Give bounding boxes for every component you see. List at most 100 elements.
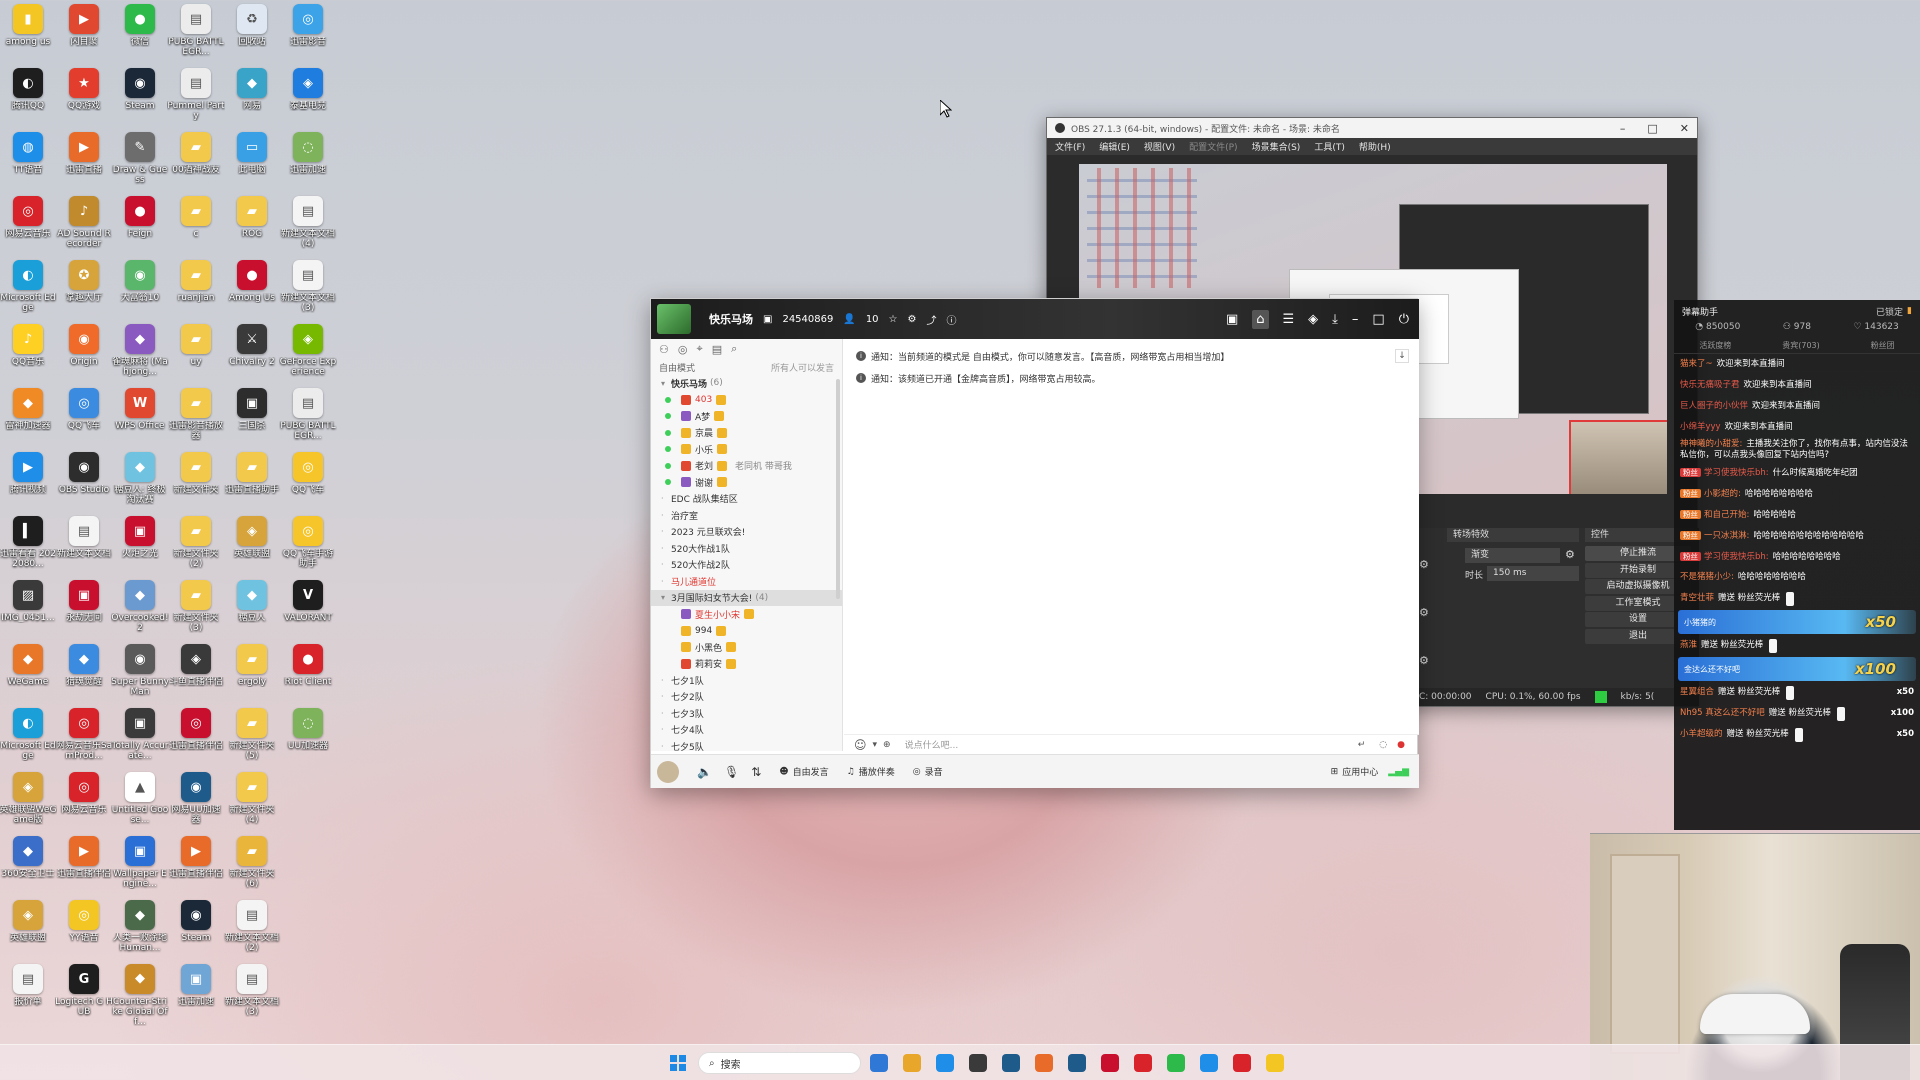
obs-titlebar[interactable]: OBS 27.1.3 (64-bit, windows) - 配置文件: 未命名… — [1047, 118, 1697, 138]
duration-input[interactable]: 150 ms — [1487, 566, 1579, 581]
channel-item[interactable]: · 520大作战2队 — [651, 557, 842, 574]
gift-user[interactable]: 小羊超级的 — [1680, 729, 1723, 740]
voice-icon[interactable]: ◎ — [678, 343, 688, 356]
channel-item[interactable]: · 七夕4队 — [651, 722, 842, 739]
desktop-icon[interactable]: G Logitech G HUB — [55, 964, 113, 1026]
desktop-icon[interactable]: ◉ Origin — [56, 324, 112, 386]
desktop-icon[interactable]: ◉ Steam — [168, 900, 224, 962]
gift-user[interactable]: 星翼组合 — [1680, 687, 1714, 698]
mixer-icon[interactable]: ⇅ — [751, 765, 761, 779]
transition-gear-icon[interactable]: ⚙ — [1565, 548, 1575, 561]
qq-channel-window[interactable]: 快乐马场 ▣ 24540869 👤 10 ☆ ⚙ ⤴ ⓘ ▣ ⌂ ☰ ◈ ⤓ –… — [650, 298, 1419, 788]
desktop-icon[interactable]: ◆ Counter-Strike Global Off... — [112, 964, 168, 1026]
channel-item[interactable]: · 马儿通道位 — [651, 573, 842, 590]
desktop-icon[interactable]: V VALORANT — [280, 580, 336, 642]
channel-item[interactable]: · EDC 战队集结区 — [651, 491, 842, 508]
obs-menu-item[interactable]: 工具(T) — [1314, 140, 1345, 153]
desktop-icon[interactable]: ▰ 迅雷影音播放器 — [168, 388, 224, 450]
enter-icon[interactable]: ↵ — [1358, 740, 1366, 750]
transition-select[interactable]: 渐变 — [1465, 548, 1560, 563]
desktop-icon[interactable]: ◎ QQ飞车 — [56, 388, 112, 450]
danmaku-user[interactable]: 巨人圈子的小伙伴 — [1680, 401, 1748, 411]
channel-item[interactable]: · 七夕3队 — [651, 705, 842, 722]
minimize-icon[interactable]: – — [1352, 312, 1359, 327]
desktop-icon[interactable]: ◎ 网易云音乐 — [56, 772, 112, 834]
mixer-gear-icon[interactable]: ⚙ — [1419, 606, 1429, 619]
channel-item[interactable]: ▾ 3月国际妇女节大会! (4) — [651, 589, 842, 606]
desktop-icon[interactable]: ◎ QQ飞车手游助手 — [280, 516, 336, 578]
desktop-icon[interactable]: ◌ UU加速器 — [280, 708, 336, 770]
desktop-icon[interactable]: ▰ 新建文件夹 (4) — [224, 772, 280, 834]
desktop-icon[interactable]: ▲ Untitled Goose... — [112, 772, 168, 834]
preview-webcam-box[interactable] — [1569, 420, 1667, 494]
taskbar-app-icon[interactable] — [1101, 1054, 1119, 1072]
taskbar-app-icon[interactable] — [903, 1054, 921, 1072]
obs-menu-item[interactable]: 场景集合(S) — [1252, 140, 1301, 153]
taskbar-app-icon[interactable] — [1035, 1054, 1053, 1072]
share-icon[interactable]: ⤴ — [926, 312, 936, 327]
obs-menu-item[interactable]: 编辑(E) — [1099, 140, 1130, 153]
member-item[interactable]: 老刘 老同机 带哥我 — [651, 458, 842, 475]
emoji-icon[interactable]: ☺ — [854, 738, 867, 752]
mic-record-icon[interactable]: ● — [1397, 740, 1405, 750]
member-item[interactable]: 夏生小小宋 — [651, 606, 842, 623]
favorite-icon[interactable]: ☆ — [889, 314, 898, 325]
taskbar-app-icon[interactable] — [1134, 1054, 1152, 1072]
desktop-icon[interactable]: ▰ 新建文件夹 (3) — [168, 580, 224, 642]
search-icon[interactable]: ⌕ — [731, 342, 737, 356]
desktop-icon[interactable]: ▶ 腾讯视频 — [0, 452, 56, 514]
desktop-icon[interactable]: ◉ 大富翁10 — [112, 260, 168, 322]
mixer-gear-icon[interactable]: ⚙ — [1419, 558, 1429, 571]
obs-menu-item[interactable]: 帮助(H) — [1359, 140, 1391, 153]
gift-user[interactable]: Nh95 真这么还不好吧 — [1680, 708, 1765, 719]
lock-button[interactable]: 已锁定 — [1876, 305, 1903, 318]
desktop-icon[interactable]: ◆ 糖豆人: 终极淘汰赛 — [112, 452, 168, 514]
desktop-icon[interactable]: ◉ Super Bunny Man — [111, 644, 169, 706]
desktop-icon[interactable]: ▰ uy — [168, 324, 224, 386]
channel-item[interactable]: ▾ 快乐马场 (6) — [651, 375, 842, 392]
message-input[interactable]: 说点什么吧... — [905, 738, 959, 751]
obs-menu-item[interactable]: 文件(F) — [1055, 140, 1085, 153]
channel-item[interactable]: · 2023 元旦联欢会! — [651, 524, 842, 541]
desktop-icon[interactable]: ▮ among us — [0, 4, 56, 66]
desktop-icon[interactable]: ▰ 迅雷直播助手 — [224, 452, 280, 514]
record-icon[interactable]: ◎ — [913, 767, 921, 777]
desktop-icon[interactable]: ▤ 新建文本文档 (3) — [224, 964, 280, 1026]
desktop-icon[interactable]: ◆ 雷神加速器 — [0, 388, 56, 450]
obs-menu-item[interactable]: 视图(V) — [1144, 140, 1175, 153]
desktop-icon[interactable]: ▰ 新建文件夹 (6) — [224, 836, 280, 898]
gift-user[interactable]: 燕淮 — [1680, 640, 1697, 651]
taskbar-search[interactable]: ⌕ 搜索 — [698, 1052, 861, 1074]
danmaku-user[interactable]: 猫来了~ — [1680, 359, 1713, 369]
desktop-icon[interactable]: ◆ WeGame — [0, 644, 56, 706]
input-bar[interactable]: ☺ ▾ ⊕ 说点什么吧... ↵ ◌ ● — [844, 734, 1419, 754]
settings-icon[interactable]: ⚙ — [908, 314, 917, 325]
desktop-icon[interactable]: ▣ 三国杀 — [224, 388, 280, 450]
desktop-icon[interactable]: ♪ QQ音乐 — [0, 324, 56, 386]
desktop-icon[interactable]: ◐ 腾讯QQ — [0, 68, 56, 130]
desktop-icon[interactable]: ▤ 报价单 — [0, 964, 56, 1026]
mic-icon[interactable]: 🎙 — [724, 765, 739, 779]
desktop-icon[interactable]: ● 微信 — [112, 4, 168, 66]
desktop-icon[interactable]: ▰ ergoly — [224, 644, 280, 706]
desktop-icon[interactable]: ▤ 新建文本文档 (3) — [280, 260, 336, 322]
member-item[interactable]: 小乐 — [651, 441, 842, 458]
danmaku-user[interactable]: 不是猪猪小少: — [1680, 572, 1734, 582]
desktop-icon[interactable]: ▰ c — [168, 196, 224, 258]
channel-avatar[interactable] — [657, 304, 691, 334]
desktop-icon[interactable]: ◈ 英雄联盟 — [0, 900, 56, 962]
desktop-icon[interactable]: ▤ 新建文本文档 (4) — [280, 196, 336, 258]
channel-item[interactable]: · 治疗室 — [651, 507, 842, 524]
desktop-icon[interactable]: ▍ 迅雷看看 2022080... — [0, 516, 56, 578]
taskbar-app-icon[interactable] — [1233, 1054, 1251, 1072]
download-icon[interactable]: ⤓ — [1332, 312, 1338, 327]
list-icon[interactable]: ▤ — [712, 343, 722, 356]
desktop-icon[interactable]: ● Riot Client — [280, 644, 336, 706]
taskbar-app-icon[interactable] — [1266, 1054, 1284, 1072]
desktop-icon[interactable]: ▰ 新建文件夹 (2) — [168, 516, 224, 578]
desktop-icon[interactable]: ● Feign — [112, 196, 168, 258]
start-button[interactable] — [670, 1055, 686, 1071]
desktop-icon[interactable]: ◍ TT语音 — [0, 132, 56, 194]
minimize-icon[interactable]: – — [1620, 122, 1626, 135]
chat-icon[interactable]: ◌ — [1379, 740, 1387, 750]
